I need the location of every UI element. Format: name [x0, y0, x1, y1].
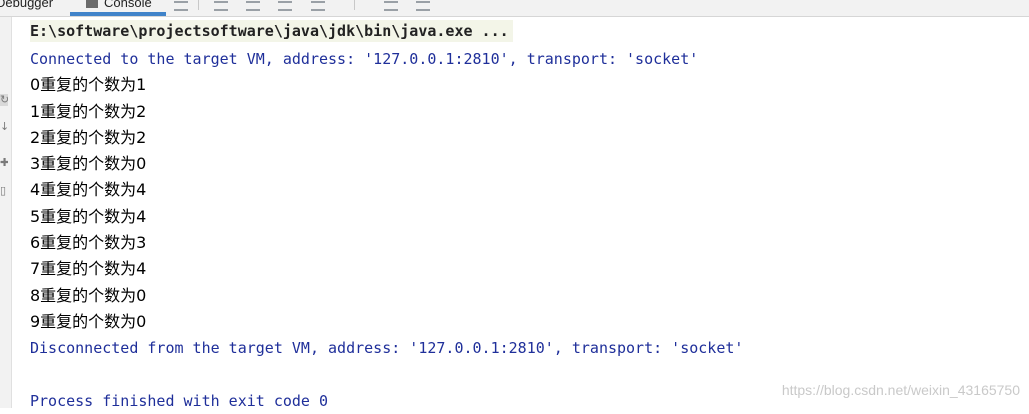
console-toolbar: Debugger Console	[0, 0, 1029, 17]
output-line: 6重复的个数为3	[30, 233, 147, 253]
toolbar-divider	[354, 0, 355, 10]
delete-icon[interactable]: ▯	[0, 185, 8, 197]
output-line: 2重复的个数为2	[30, 127, 147, 147]
download-icon[interactable]: ↓	[0, 121, 8, 133]
scroll-to-end-icon[interactable]	[174, 1, 188, 11]
calculator-icon[interactable]	[384, 1, 398, 11]
command-line: E:\software\projectsoftware\java\jdk\bin…	[30, 20, 513, 42]
tab-active-indicator	[70, 12, 166, 16]
step-out-icon[interactable]	[311, 1, 325, 11]
connected-message: Connected to the target VM, address: '12…	[30, 50, 699, 68]
console-icon	[86, 0, 98, 8]
disconnected-message: Disconnected from the target VM, address…	[30, 339, 744, 358]
output-line: 5重复的个数为4	[30, 206, 147, 226]
output-line: 1重复的个数为2	[30, 101, 147, 121]
trace-icon[interactable]	[416, 1, 430, 11]
tab-debugger[interactable]: Debugger	[0, 0, 53, 10]
watermark: https://blog.csdn.net/weixin_43165750	[781, 382, 1020, 398]
console-gutter: ↻ ↓ ✚ ▯	[0, 17, 12, 408]
rerun-icon[interactable]: ↻	[0, 94, 8, 106]
output-line: 4重复的个数为4	[30, 180, 147, 200]
step-over-icon[interactable]	[246, 1, 260, 11]
tab-console-label: Console	[104, 0, 152, 10]
tab-console[interactable]: Console	[86, 0, 152, 10]
output-line: 8重复的个数为0	[30, 285, 147, 305]
toolbar-divider	[198, 0, 199, 10]
output-line: 7重复的个数为4	[30, 259, 147, 279]
step-into-icon[interactable]	[278, 1, 292, 11]
soft-wrap-icon[interactable]	[214, 1, 228, 11]
pin-icon[interactable]: ✚	[0, 157, 8, 169]
output-line: 0重复的个数为1	[30, 75, 147, 95]
console-output: E:\software\projectsoftware\java\jdk\bin…	[30, 20, 1029, 414]
output-line: 9重复的个数为0	[30, 311, 147, 331]
output-line: 3重复的个数为0	[30, 154, 147, 174]
